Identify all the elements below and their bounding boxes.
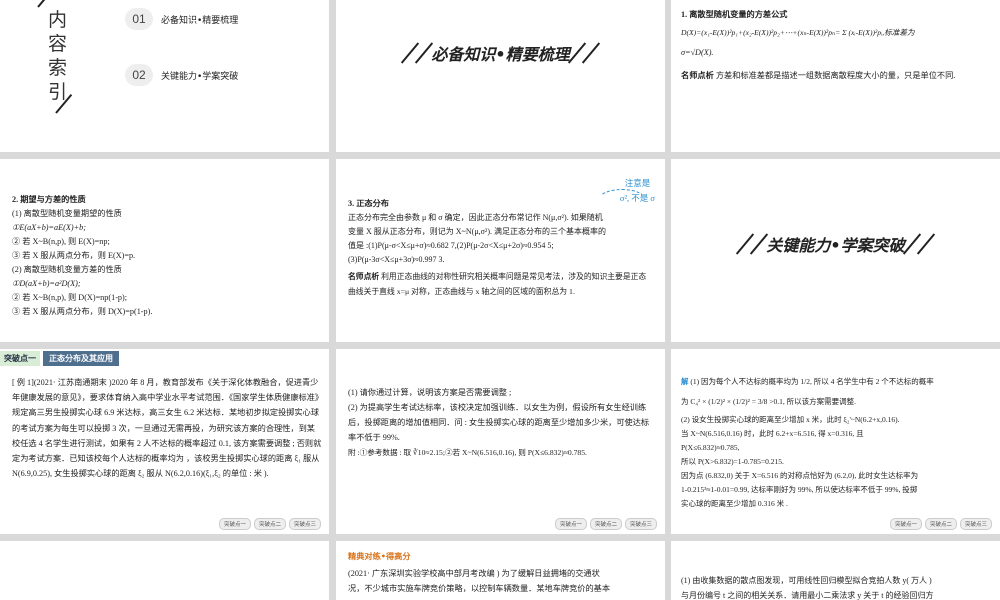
solution-line: (1) 因为每个人不达标的概率均为 1/2, 所以 4 名学生中有 2 个不达标… — [690, 377, 934, 386]
practice-title: 精典对练•得高分 — [348, 551, 411, 561]
body-line: 值是 :(1)P(μ-σ<X≤μ+σ)≈0.682 7,(2)P(μ-2σ<X≤… — [348, 241, 554, 250]
solution-line: (2) 设女生投掷实心球的距离至少增加 x 米，此时 ξ₂'~N(6.2+x,0… — [681, 415, 900, 424]
slide-thumbnail-6[interactable]: 关键能力•学案突破 — [671, 159, 1000, 342]
section-heading: 1. 离散型随机变量的方差公式 — [681, 10, 788, 19]
toc-number: 02 — [125, 64, 153, 86]
slide-thumbnail-8[interactable]: (1) 请你通过计算，说明该方案是否需要调整 ; (2) 为提高学生考试达标率，… — [336, 349, 665, 534]
slide-thumbnail-5[interactable]: 注意是 σ², 不是 σ 3. 正态分布 正态分布完全由参数 μ 和 σ 确定，… — [336, 159, 665, 342]
body-line: (3)P(μ-3σ<X≤μ+3σ)≈0.997 3. — [348, 255, 445, 264]
solution-line: 当 X~N(6.516,0.16) 时，此时 6.2+x=6.516, 得 x=… — [681, 429, 864, 438]
breakthrough-tag: 突破点一 正态分布及其应用 — [0, 351, 119, 366]
property-line: ①D(aX+b)=a²D(X); — [12, 279, 81, 288]
solution-line: 为 C₄² × (1/2)² × (1/2)² = 3/8 >0.1, 所以该方… — [681, 397, 857, 406]
slide-thumbnail-9[interactable]: 解 (1) 因为每个人不达标的概率均为 1/2, 所以 4 名学生中有 2 个不… — [671, 349, 1000, 534]
toc-item-1[interactable]: 01 必备知识•精要梳理 — [125, 8, 238, 30]
tag-part: 突破点一 — [0, 351, 40, 366]
tip-label: 名师点析 — [681, 70, 714, 80]
question-line: 与月份编号 t 之间的相关关系．请用最小二乘法求 y 关于 t 的经验回归方 — [681, 591, 934, 600]
banner-title: 关键能力•学案突破 — [766, 236, 905, 255]
formula-text: σ=√D(X). — [681, 48, 714, 57]
solution-label: 解 — [681, 377, 689, 386]
solution-line: P(X≤6.832)≈0.785, — [681, 443, 740, 452]
solution-line: 因为点 (6.832,0) 关于 X=6.516 的对称点恰好为 (6.2,0)… — [681, 471, 919, 480]
property-line: ③ 若 X 服从两点分布，则 E(X)=p. — [12, 251, 136, 260]
tag-title: 正态分布及其应用 — [43, 351, 119, 366]
practice-line: (2021· 广东深圳实验学校高中部月考改编 ) 为了缓解日益拥堵的交通状 — [348, 569, 600, 578]
section-heading: 2. 期望与方差的性质 — [12, 195, 86, 204]
tip-text: 方差和标准差都是描述一组数据离散程度大小的量，只是单位不同. — [715, 71, 956, 80]
formula-text: D(X)=(x₁-E(X))²p₁+(x₂-E(X))²p₂+⋯+(xₙ-E(X… — [681, 28, 915, 37]
slide-thumbnail-1[interactable]: 内 容 索 引 01 必备知识•精要梳理 02 关键能力•学案突破 — [0, 0, 329, 152]
nav-button[interactable]: 突破点二 — [253, 518, 286, 530]
tip-text: 利用正态曲线的对称性研究相关概率问题是常见考法，涉及的知识主要是正态曲线关于直线… — [348, 272, 647, 296]
toc-title-char: 索 — [48, 57, 68, 79]
toc-vertical-title: 内 容 索 引 — [48, 8, 70, 104]
question-line: (1) 请你通过计算，说明该方案是否需要调整 ; — [348, 388, 512, 397]
question-line: (1) 由收集数据的散点图发现，可用线性回归模型拟合竞拍人数 y( 万人 ) — [681, 576, 932, 585]
practice-line: 况，不少城市实施车牌竞价策略，以控制车辆数量．某地车牌竞价的基本 — [348, 584, 611, 593]
property-line: (2) 离散型随机变量方差的性质 — [12, 265, 122, 274]
slide-thumbnail-3[interactable]: 1. 离散型随机变量的方差公式 D(X)=(x₁-E(X))²p₁+(x₂-E(… — [671, 0, 1000, 152]
banner-title: 必备知识•精要梳理 — [431, 45, 570, 64]
property-line: ①E(aX+b)=aE(X)+b; — [12, 223, 86, 232]
tip-label: 名师点析 — [348, 272, 380, 281]
toc-item-2[interactable]: 02 关键能力•学案突破 — [125, 64, 238, 86]
slide-thumbnail-11[interactable]: 精典对练•得高分 (2021· 广东深圳实验学校高中部月考改编 ) 为了缓解日益… — [336, 541, 665, 600]
nav-button[interactable]: 突破点一 — [554, 518, 587, 530]
section-banner: 必备知识•精要梳理 — [336, 38, 665, 68]
solution-line: 所以 P(X>6.832)=1-0.785=0.215. — [681, 457, 784, 466]
nav-button[interactable]: 突破点一 — [889, 518, 922, 530]
decor-line — [37, 0, 52, 8]
slide-thumbnail-10[interactable] — [0, 541, 329, 600]
property-line: (1) 离散型随机变量期望的性质 — [12, 209, 122, 218]
property-line: ③ 若 X 服从两点分布，则 D(X)=p(1-p). — [12, 307, 153, 316]
section-heading: 3. 正态分布 — [348, 199, 389, 208]
reference-line: 附 :①参考数据 : 取 ∛10≈2.15;②若 X~N(6.516,0.16)… — [348, 448, 587, 457]
nav-button[interactable]: 突破点三 — [288, 518, 321, 530]
section-banner: 关键能力•学案突破 — [671, 229, 1000, 259]
body-line: 变量 X 服从正态分布，则记为 X~N(μ,σ²). 满足正态分布的三个基本概率… — [348, 227, 606, 236]
nav-buttons: 突破点一 突破点二 突破点三 — [889, 518, 992, 530]
nav-button[interactable]: 突破点二 — [924, 518, 957, 530]
slide-thumbnail-4[interactable]: 2. 期望与方差的性质 (1) 离散型随机变量期望的性质 ①E(aX+b)=aE… — [0, 159, 329, 342]
nav-buttons: 突破点一 突破点二 突破点三 — [554, 518, 657, 530]
slide-thumbnail-2[interactable]: 必备知识•精要梳理 — [336, 0, 665, 152]
nav-button[interactable]: 突破点一 — [218, 518, 251, 530]
nav-buttons: 突破点一 突破点二 突破点三 — [218, 518, 321, 530]
slide-thumbnail-12[interactable]: (1) 由收集数据的散点图发现，可用线性回归模型拟合竞拍人数 y( 万人 ) 与… — [671, 541, 1000, 600]
property-line: ② 若 X~B(n,p), 则 D(X)=np(1-p); — [12, 293, 128, 302]
toc-label: 关键能力•学案突破 — [161, 71, 239, 82]
question-line: (2) 为提高学生考试达标率，该校决定加强训练．以女生为例，假设所有女生经训练后… — [348, 403, 650, 442]
toc-title-char: 内 — [48, 9, 68, 31]
toc-title-char: 容 — [48, 33, 68, 55]
toc-number: 01 — [125, 8, 153, 30]
example-text: [ 例 1](2021· 江苏南通期末 )2020 年 8 月，教育部发布《关于… — [12, 378, 322, 479]
solution-line: 1-0.215³≈1-0.01=0.99, 达标率刚好为 99%, 所以使达标率… — [681, 485, 918, 494]
toc-label: 必备知识•精要梳理 — [161, 15, 239, 26]
property-line: ② 若 X~B(n,p), 则 E(X)=np; — [12, 237, 110, 246]
slide-thumbnail-7[interactable]: 突破点一 正态分布及其应用 [ 例 1](2021· 江苏南通期末 )2020 … — [0, 349, 329, 534]
body-line: 正态分布完全由参数 μ 和 σ 确定，因此正态分布常记作 N(μ,σ²). 如果… — [348, 213, 603, 222]
nav-button[interactable]: 突破点三 — [624, 518, 657, 530]
solution-line: 实心球的距离至少增加 0.316 米 . — [681, 499, 788, 508]
nav-button[interactable]: 突破点二 — [589, 518, 622, 530]
nav-button[interactable]: 突破点三 — [959, 518, 992, 530]
